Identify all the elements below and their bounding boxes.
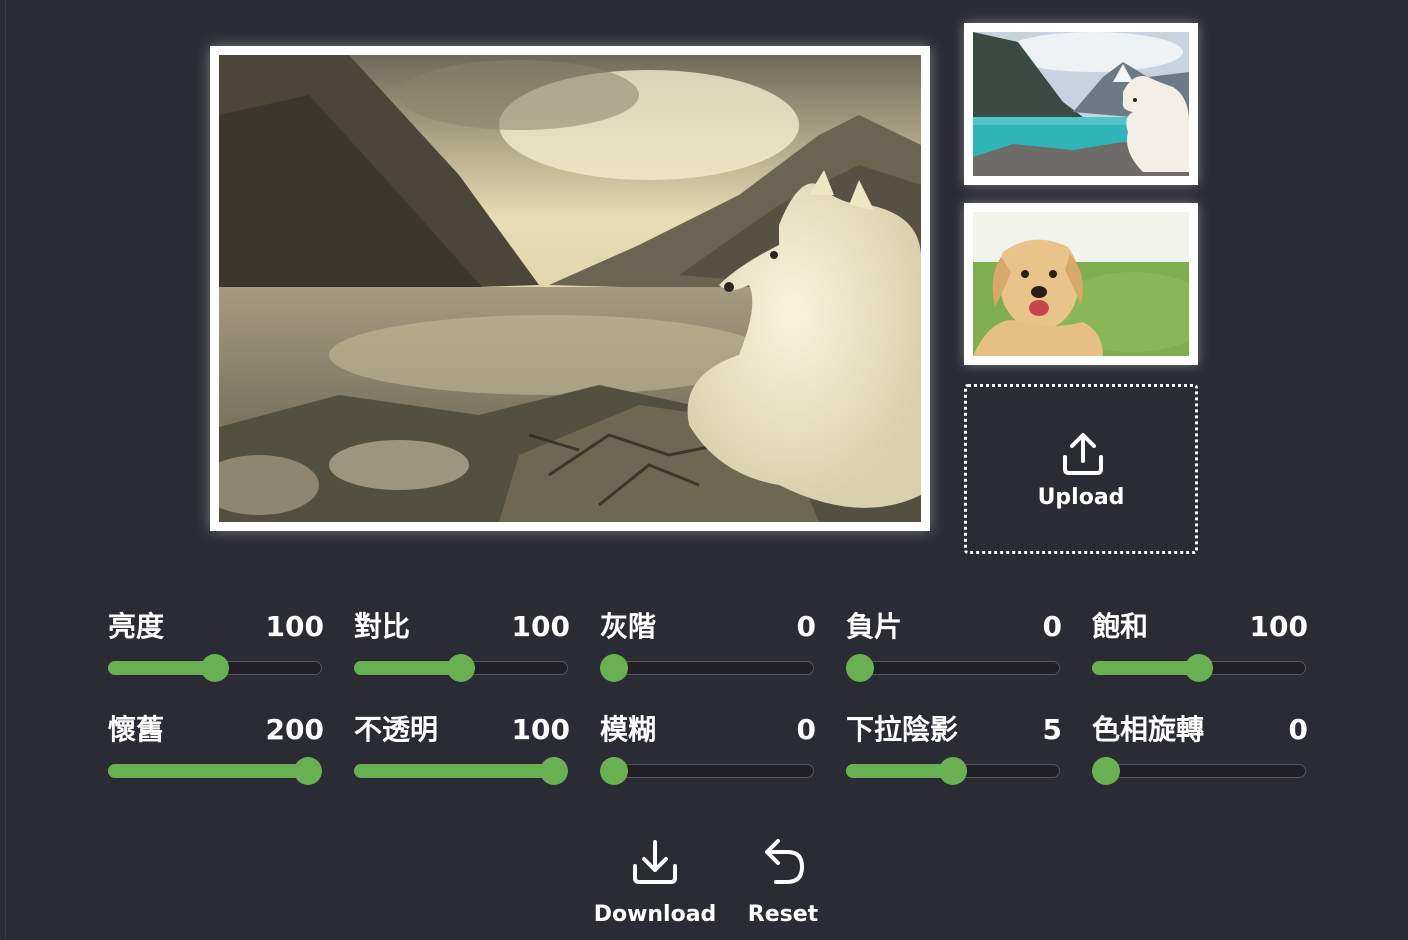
slider-value: 100 [511, 610, 570, 643]
upload-button[interactable]: Upload [964, 384, 1198, 554]
slider-value: 0 [796, 713, 816, 746]
slider-label: 模糊 [600, 713, 657, 746]
slider-track[interactable] [1092, 757, 1306, 785]
thumbnail-lake-dog[interactable] [964, 23, 1198, 185]
slider-label: 亮度 [108, 610, 165, 643]
download-button[interactable]: Download [590, 836, 720, 936]
slider-label: 對比 [354, 610, 411, 643]
slider-label: 懷舊 [108, 713, 165, 746]
slider-fill [354, 764, 555, 778]
slider-fill [354, 661, 462, 675]
slider-value: 100 [511, 713, 570, 746]
slider-thumb[interactable] [600, 757, 628, 785]
slider-drop-shadow: 下拉陰影 5 [846, 712, 1062, 792]
upload-label: Upload [1037, 485, 1125, 510]
slider-brightness: 亮度 100 [108, 609, 324, 689]
slider-invert: 負片 0 [846, 609, 1062, 689]
slider-label: 飽和 [1092, 610, 1149, 643]
slider-track[interactable] [846, 757, 1060, 785]
slider-value: 100 [265, 610, 324, 643]
main-preview-frame [210, 46, 930, 531]
slider-value: 5 [1042, 713, 1062, 746]
slider-thumb[interactable] [939, 757, 967, 785]
slider-thumb[interactable] [294, 757, 322, 785]
slider-label: 下拉陰影 [846, 713, 959, 746]
slider-track[interactable] [108, 654, 322, 682]
slider-opacity: 不透明 100 [354, 712, 570, 792]
slider-value: 0 [796, 610, 816, 643]
slider-track[interactable] [1092, 654, 1306, 682]
slider-label: 灰階 [600, 610, 657, 643]
download-label: Download [593, 902, 717, 927]
slider-track[interactable] [600, 654, 814, 682]
slider-track[interactable] [354, 654, 568, 682]
left-edge-divider [5, 0, 6, 940]
slider-thumb[interactable] [846, 654, 874, 682]
slider-label: 不透明 [354, 713, 439, 746]
slider-track[interactable] [354, 757, 568, 785]
slider-label: 色相旋轉 [1092, 713, 1205, 746]
slider-value: 100 [1249, 610, 1308, 643]
slider-blur: 模糊 0 [600, 712, 816, 792]
slider-fill [1092, 661, 1200, 675]
reset-label: Reset [747, 902, 819, 927]
reset-button[interactable]: Reset [740, 836, 826, 936]
slider-thumb[interactable] [1092, 757, 1120, 785]
slider-thumb[interactable] [600, 654, 628, 682]
slider-saturate: 飽和 100 [1092, 609, 1308, 689]
slider-track[interactable] [108, 757, 322, 785]
undo-icon [765, 839, 804, 884]
slider-value: 200 [265, 713, 324, 746]
thumbnail-lake-dog-image [973, 32, 1189, 176]
slider-contrast: 對比 100 [354, 609, 570, 689]
slider-fill [108, 661, 216, 675]
slider-sepia: 懷舊 200 [108, 712, 324, 792]
thumbnail-golden-retriever-image [973, 212, 1189, 356]
slider-track[interactable] [846, 654, 1060, 682]
slider-value: 0 [1042, 610, 1062, 643]
slider-thumb[interactable] [201, 654, 229, 682]
download-icon [633, 840, 677, 884]
slider-grayscale: 灰階 0 [600, 609, 816, 689]
slider-track[interactable] [600, 757, 814, 785]
slider-thumb[interactable] [447, 654, 475, 682]
thumbnail-golden-retriever[interactable] [964, 203, 1198, 365]
slider-fill [108, 764, 309, 778]
slider-thumb[interactable] [540, 757, 568, 785]
slider-value: 0 [1288, 713, 1308, 746]
upload-icon [1063, 433, 1103, 475]
main-preview-image [219, 55, 921, 522]
slider-fill [846, 764, 954, 778]
slider-hue-rotate: 色相旋轉 0 [1092, 712, 1308, 792]
slider-label: 負片 [846, 610, 903, 643]
slider-thumb[interactable] [1185, 654, 1213, 682]
